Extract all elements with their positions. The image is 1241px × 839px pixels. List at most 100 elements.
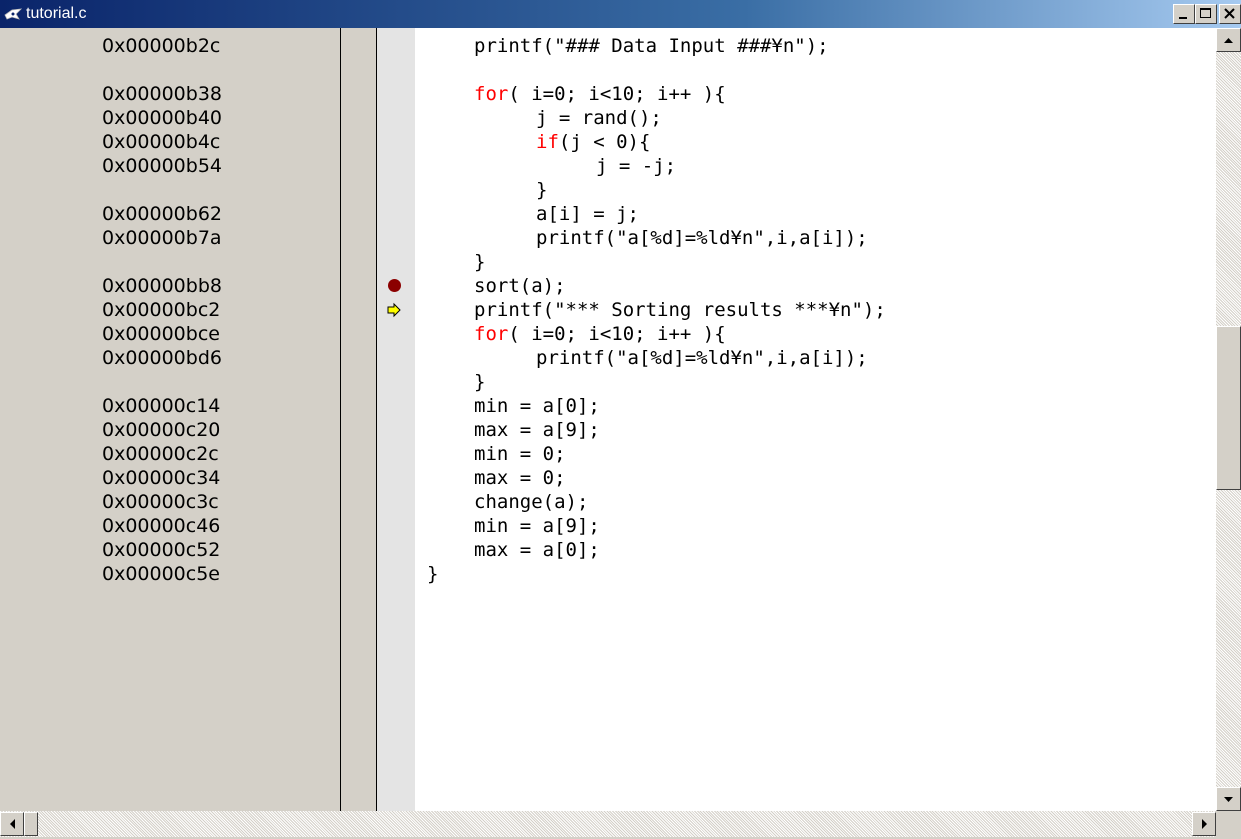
- line-address: 0x00000bce: [102, 323, 220, 345]
- arrow-up-icon: [1224, 38, 1233, 43]
- source-line[interactable]: 0x00000c5e}: [0, 562, 1216, 586]
- title-bar[interactable]: tutorial.c: [0, 0, 1241, 28]
- code-text: max = 0;: [474, 466, 566, 490]
- code-text: }: [427, 562, 438, 586]
- code-token: sort(a);: [474, 275, 566, 297]
- source-line[interactable]: 0x00000b62 a[i] = j;: [0, 202, 1216, 226]
- line-address: 0x00000c20: [102, 419, 221, 441]
- source-line[interactable]: [0, 58, 1216, 82]
- source-line[interactable]: 0x00000b40 j = rand();: [0, 106, 1216, 130]
- code-text: printf("*** Sorting results ***¥n");: [474, 298, 886, 322]
- source-view[interactable]: 0x00000b2c printf("### Data Input ###¥n")…: [0, 28, 1216, 811]
- vertical-scrollbar[interactable]: [1216, 28, 1241, 811]
- size-grip[interactable]: [1216, 811, 1241, 837]
- maximize-button[interactable]: [1195, 4, 1217, 24]
- source-line[interactable]: 0x00000c20 max = a[9];: [0, 418, 1216, 442]
- keyword-token: if: [536, 131, 559, 153]
- line-address: 0x00000b7a: [102, 227, 222, 249]
- line-address: 0x00000b40: [102, 107, 223, 129]
- code-token: printf("### Data Input ###¥n");: [474, 35, 829, 57]
- source-line[interactable]: 0x00000bd6 printf("a[%d]=%ld¥n",i,a[i]);: [0, 346, 1216, 370]
- maximize-icon: [1200, 8, 1211, 18]
- code-text: min = a[0];: [474, 394, 600, 418]
- line-address: 0x00000b4c: [102, 131, 221, 153]
- code-text: sort(a);: [474, 274, 566, 298]
- source-line[interactable]: 0x00000bc2 printf("*** Sorting results **…: [0, 298, 1216, 322]
- code-text: }: [536, 178, 547, 202]
- source-line[interactable]: 0x00000c14 min = a[0];: [0, 394, 1216, 418]
- source-line[interactable]: 0x00000b4c if(j < 0){: [0, 130, 1216, 154]
- code-token: }: [427, 563, 439, 585]
- line-address: 0x00000b2c: [102, 35, 221, 57]
- code-token: max = a[0];: [474, 539, 600, 561]
- arrow-right-icon: [1202, 819, 1207, 829]
- scroll-left-button[interactable]: [0, 812, 24, 836]
- source-line[interactable]: }: [0, 370, 1216, 394]
- code-token: }: [536, 179, 548, 201]
- source-line[interactable]: 0x00000b38 for( i=0; i<10; i++ ){: [0, 82, 1216, 106]
- line-address: 0x00000c2c: [102, 443, 219, 465]
- code-text: printf("a[%d]=%ld¥n",i,a[i]);: [536, 346, 868, 370]
- line-address: 0x00000bb8: [102, 275, 222, 297]
- horizontal-scrollbar[interactable]: [0, 811, 1216, 837]
- line-address: 0x00000bd6: [102, 347, 222, 369]
- keyword-token: for: [474, 323, 509, 345]
- code-token: max = a[9];: [474, 419, 600, 441]
- code-token: (j < 0){: [558, 131, 651, 153]
- code-text: max = a[9];: [474, 418, 600, 442]
- close-button[interactable]: [1219, 4, 1241, 24]
- code-text: min = 0;: [474, 442, 566, 466]
- code-token: printf("a[%d]=%ld¥n",i,a[i]);: [536, 227, 868, 249]
- code-token: j = rand();: [536, 107, 662, 129]
- source-line[interactable]: 0x00000c3c change(a);: [0, 490, 1216, 514]
- line-address: 0x00000b54: [102, 155, 223, 177]
- source-line[interactable]: 0x00000b2c printf("### Data Input ###¥n")…: [0, 34, 1216, 58]
- code-token: change(a);: [474, 491, 589, 513]
- code-text: j = rand();: [536, 106, 662, 130]
- arrow-down-icon: [1224, 797, 1233, 802]
- code-token: printf("a[%d]=%ld¥n",i,a[i]);: [536, 347, 868, 369]
- code-text: j = -j;: [596, 154, 676, 178]
- code-token: max = 0;: [474, 467, 566, 489]
- source-line[interactable]: 0x00000b54 j = -j;: [0, 154, 1216, 178]
- arrow-left-icon: [10, 819, 15, 829]
- code-token: a[i] = j;: [536, 203, 639, 225]
- source-line[interactable]: 0x00000bce for( i=0; i<10; i++ ){: [0, 322, 1216, 346]
- line-address: 0x00000c14: [102, 395, 221, 417]
- horizontal-scroll-thumb[interactable]: [24, 812, 38, 836]
- document-icon: [4, 6, 23, 22]
- source-line[interactable]: 0x00000c46 min = a[9];: [0, 514, 1216, 538]
- code-text: }: [474, 250, 485, 274]
- code-text: change(a);: [474, 490, 588, 514]
- code-token: min = 0;: [474, 443, 566, 465]
- code-token: min = a[9];: [474, 515, 600, 537]
- source-line[interactable]: 0x00000bb8 sort(a);: [0, 274, 1216, 298]
- code-token: ( i=0; i<10; i++ ){: [508, 83, 726, 105]
- line-address: 0x00000c3c: [102, 491, 219, 513]
- code-text: }: [474, 370, 485, 394]
- scroll-up-button[interactable]: [1216, 28, 1241, 52]
- close-icon: [1224, 8, 1235, 19]
- code-text: printf("### Data Input ###¥n");: [474, 34, 829, 58]
- source-line[interactable]: }: [0, 178, 1216, 202]
- code-token: ( i=0; i<10; i++ ){: [508, 323, 726, 345]
- source-line[interactable]: 0x00000b7a printf("a[%d]=%ld¥n",i,a[i]);: [0, 226, 1216, 250]
- line-address: 0x00000c52: [102, 539, 221, 561]
- code-text: for( i=0; i<10; i++ ){: [474, 82, 726, 106]
- breakpoint-icon[interactable]: [388, 279, 401, 292]
- source-line[interactable]: 0x00000c2c min = 0;: [0, 442, 1216, 466]
- vertical-scroll-thumb[interactable]: [1216, 326, 1241, 490]
- source-line[interactable]: 0x00000c52 max = a[0];: [0, 538, 1216, 562]
- code-token: min = a[0];: [474, 395, 600, 417]
- current-pc-arrow-icon: [387, 302, 401, 318]
- source-line[interactable]: }: [0, 250, 1216, 274]
- line-address: 0x00000c46: [102, 515, 221, 537]
- scroll-right-button[interactable]: [1192, 812, 1216, 836]
- code-text: min = a[9];: [474, 514, 600, 538]
- code-text: max = a[0];: [474, 538, 600, 562]
- minimize-icon: [1179, 17, 1187, 19]
- code-text: a[i] = j;: [536, 202, 639, 226]
- minimize-button[interactable]: [1173, 4, 1195, 24]
- source-line[interactable]: 0x00000c34 max = 0;: [0, 466, 1216, 490]
- scroll-down-button[interactable]: [1216, 787, 1241, 811]
